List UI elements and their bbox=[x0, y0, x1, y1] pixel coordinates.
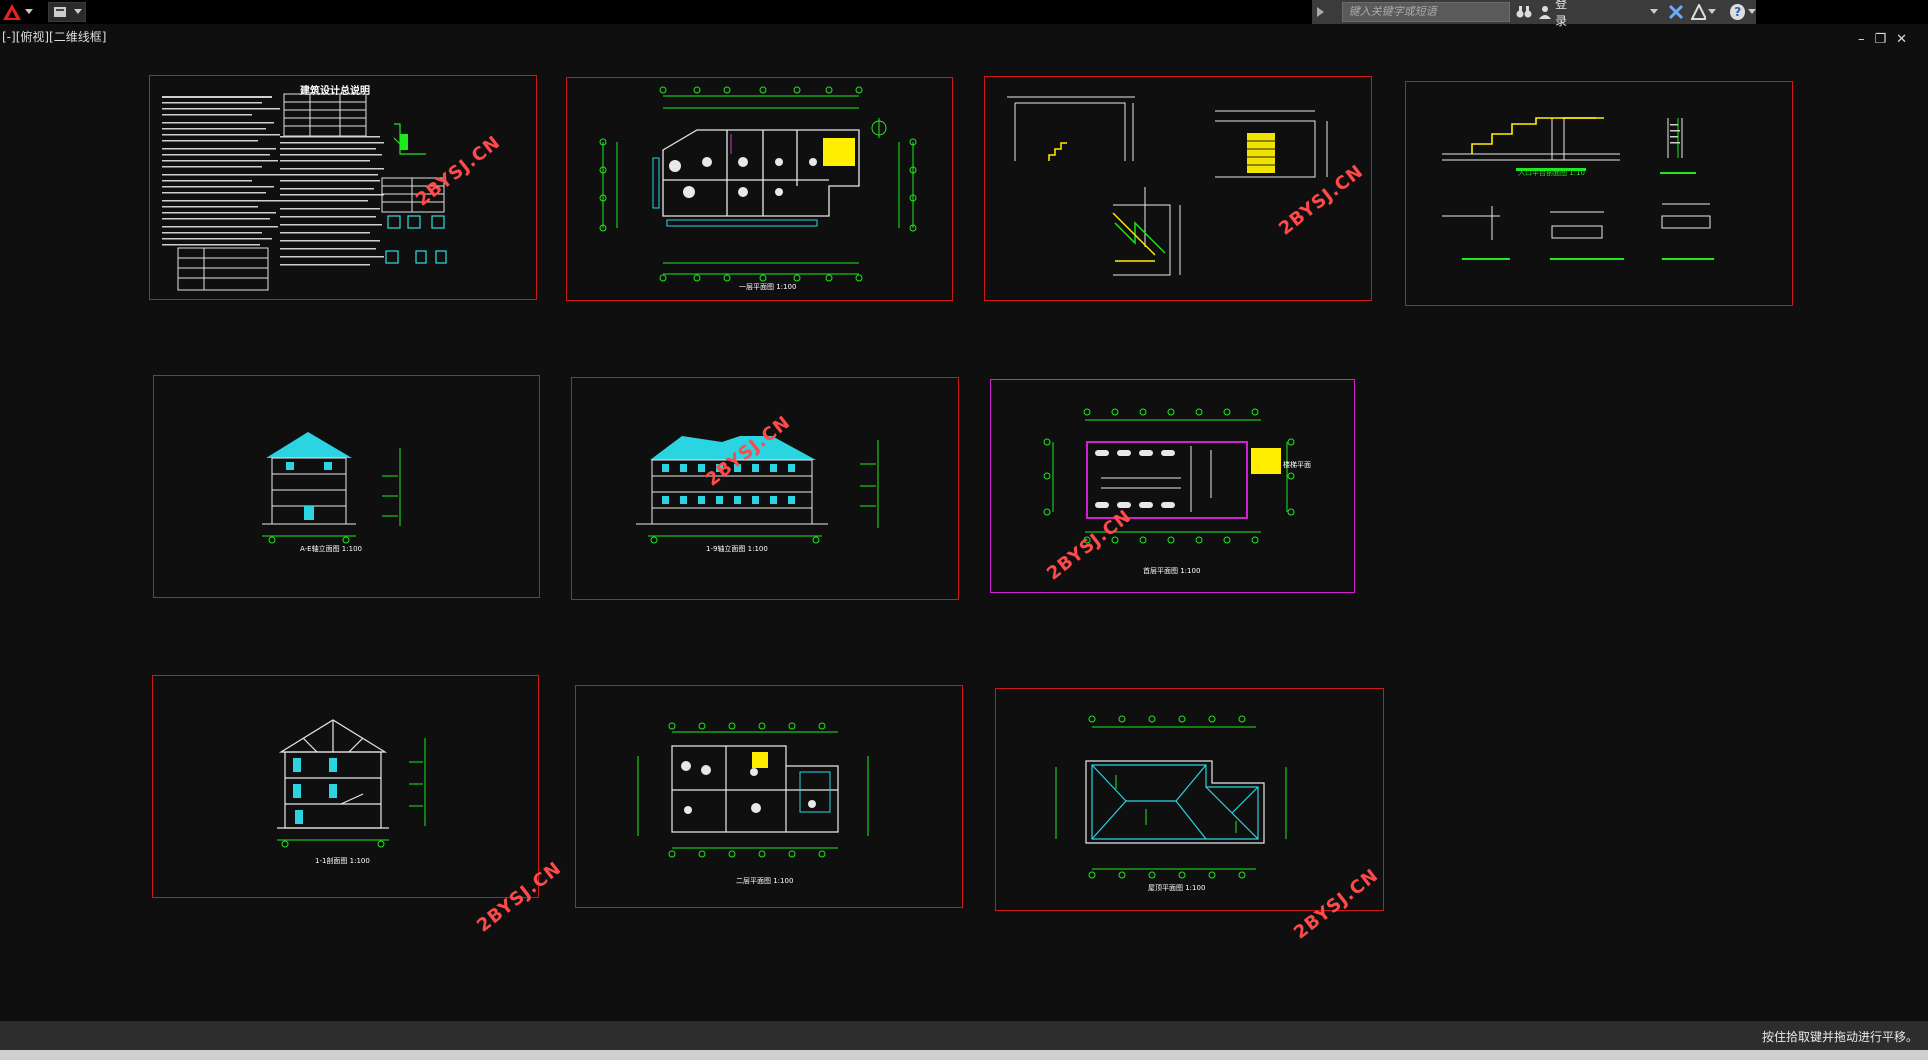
drawing-sheet-roof-plan[interactable]: 屋顶平面图 1:100 2BYSJ.CN bbox=[995, 688, 1384, 944]
sheet-title: 1-9轴立面图 1:100 bbox=[706, 545, 768, 553]
entrance-detail-drawing bbox=[1442, 117, 1714, 260]
drawing-sheet-stair-details[interactable]: 2BYSJ.CN bbox=[984, 76, 1372, 301]
chevron-down-icon[interactable] bbox=[1748, 9, 1756, 15]
help-icon[interactable]: ? bbox=[1730, 4, 1746, 20]
sheet-note: 楼梯平面 bbox=[1283, 461, 1311, 469]
sheet-title: 屋顶平面图 1:100 bbox=[1148, 884, 1206, 892]
elevation-drawing bbox=[636, 436, 879, 544]
autodesk-a360-icon[interactable] bbox=[1691, 4, 1707, 20]
search-input[interactable]: 键入关键字或短语 bbox=[1341, 2, 1511, 22]
roof-plan-drawing bbox=[1055, 715, 1287, 879]
drawing-sheet-section-1-1[interactable]: 1-1剖面图 1:100 2BYSJ.CN bbox=[152, 675, 566, 937]
chevron-down-icon[interactable] bbox=[1650, 9, 1658, 15]
notes-drawing bbox=[162, 93, 447, 291]
drawing-sheet-ground-floor-plan-selected[interactable]: 楼梯平面 2BYSJ.CN 首层平面图 1:100 bbox=[990, 379, 1355, 593]
status-message: 按住拾取键并拖动进行平移。 bbox=[1761, 1030, 1918, 1044]
sheet-title: A-E轴立面图 1:100 bbox=[300, 545, 362, 553]
exchange-icon[interactable] bbox=[1668, 4, 1683, 20]
workspace-icon bbox=[53, 7, 66, 17]
application-menu-button[interactable] bbox=[2, 2, 38, 22]
drawing-sheet-general-notes[interactable]: 建筑设计总说明 2BYSJ.CN bbox=[149, 75, 537, 300]
status-bar: 按住拾取键并拖动进行平移。 bbox=[0, 1021, 1928, 1050]
elevation-drawing bbox=[262, 432, 401, 544]
sheet-title: 入口平台剖面图 1:10 bbox=[1518, 169, 1585, 177]
user-icon bbox=[1538, 6, 1551, 19]
quick-access-toolbar[interactable] bbox=[48, 2, 86, 22]
floor-plan-drawing bbox=[637, 722, 869, 858]
sheet-title: 二层平面图 1:100 bbox=[736, 877, 794, 885]
sheet-title: 建筑设计总说明 bbox=[300, 86, 370, 97]
floor-plan-drawing bbox=[1043, 408, 1295, 544]
drawing-sheet-entrance-details[interactable]: 入口平台剖面图 1:10 bbox=[1405, 81, 1793, 306]
bottom-border bbox=[0, 1050, 1928, 1060]
sheet-title: 一层平面图 1:100 bbox=[739, 283, 797, 291]
sheet-title: 1-1剖面图 1:100 bbox=[315, 857, 370, 865]
infocenter-toolbar: 键入关键字或短语 登录 ? bbox=[1312, 0, 1756, 28]
chevron-down-icon bbox=[73, 9, 82, 14]
stair-detail-drawing bbox=[1007, 96, 1328, 276]
autocad-logo-icon bbox=[3, 4, 21, 20]
drawing-sheet-second-floor-plan[interactable]: 二层平面图 1:100 bbox=[575, 685, 963, 908]
floor-plan-drawing bbox=[599, 86, 917, 282]
chevron-down-icon[interactable] bbox=[1708, 9, 1717, 15]
expand-arrow-icon[interactable] bbox=[1316, 7, 1326, 17]
drawing-sheet-elevation-a-e[interactable]: A-E轴立面图 1:100 bbox=[153, 375, 540, 598]
drawing-sheet-first-floor-plan[interactable]: 一层平面图 1:100 bbox=[566, 77, 953, 301]
sheet-title: 首层平面图 1:100 bbox=[1143, 567, 1201, 575]
chevron-down-icon bbox=[25, 9, 33, 14]
title-bar: 键入关键字或短语 登录 ? bbox=[0, 0, 1928, 28]
model-space-canvas[interactable]: 建筑设计总说明 2BYSJ.CN 一层平面图 1:100 2BYSJ.CN 入口… bbox=[0, 24, 1928, 1020]
drawing-sheet-elevation-1-9[interactable]: 2BYSJ.CN 1-9轴立面图 1:100 bbox=[571, 377, 959, 600]
binoculars-icon[interactable] bbox=[1516, 4, 1532, 20]
